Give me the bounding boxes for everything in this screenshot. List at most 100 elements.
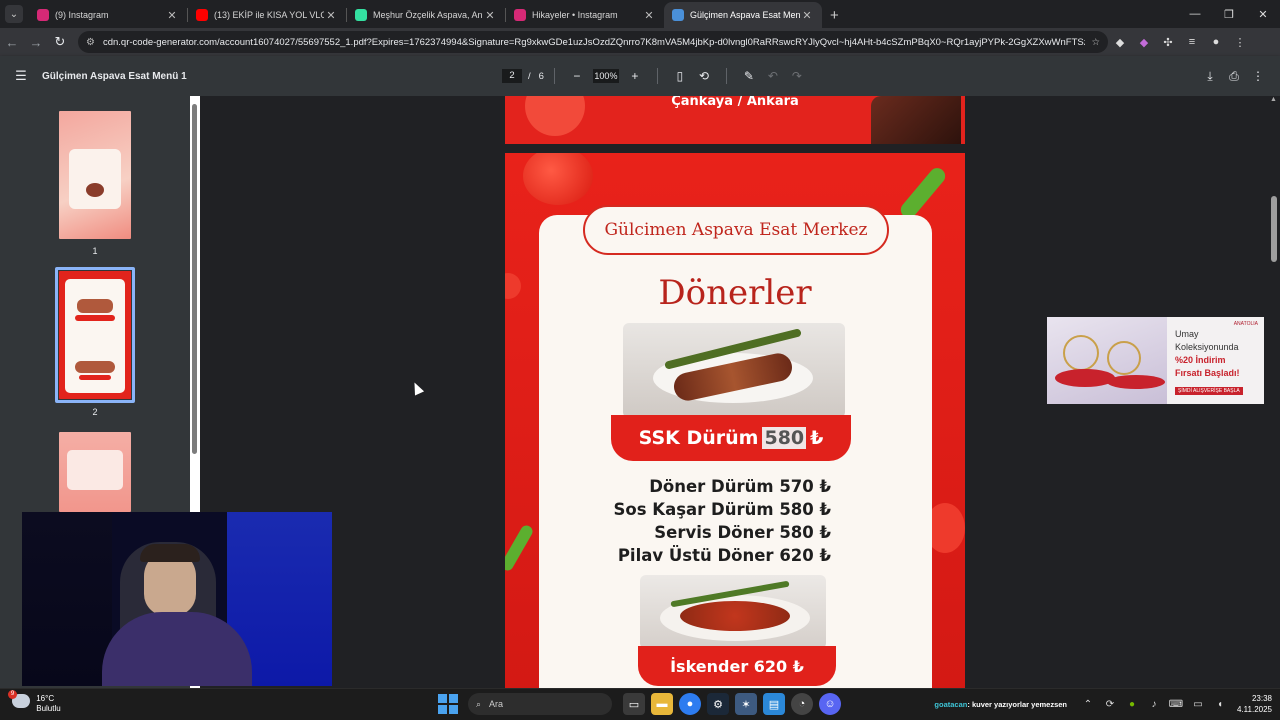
ad-cta-button[interactable]: ŞİMDİ ALIŞVERİŞE BAŞLA <box>1175 387 1243 395</box>
more-icon[interactable]: ⋮ <box>1228 36 1252 49</box>
app-icon[interactable]: ◔ <box>791 693 813 715</box>
app-icon[interactable]: ✶ <box>735 693 757 715</box>
scroll-thumb[interactable] <box>192 104 197 454</box>
file-explorer-icon[interactable]: ▬ <box>651 693 673 715</box>
weather-badge: 9 <box>8 690 17 699</box>
cloud-icon: 9 <box>8 690 30 708</box>
ad-line: Umay <box>1175 329 1199 339</box>
restaurant-name: Gülcimen Aspava Esat Merkez <box>583 205 889 255</box>
browser-toolbar: ← → ↻ ⚙ cdn.qr-code-generator.com/accoun… <box>0 28 1280 56</box>
page-number-input[interactable]: 2 <box>502 69 522 83</box>
ad-line: Fırsatı Başladı! <box>1175 368 1240 378</box>
chat-message: : kuver yazıyorlar yemezsen <box>967 699 1067 709</box>
task-view-icon[interactable]: ▭ <box>623 693 645 715</box>
featured-price: 580 <box>762 427 807 449</box>
chrome-icon[interactable]: ● <box>679 693 701 715</box>
tomato-image <box>525 96 585 136</box>
divider <box>725 68 727 84</box>
stand-image <box>1107 375 1165 389</box>
thumbnail-page-1[interactable] <box>59 111 131 239</box>
tab-title: Hikayeler • Instagram <box>532 10 618 20</box>
menu-item: Sos Kaşar Dürüm 580 ₺ <box>601 498 831 521</box>
tab-youtube[interactable]: (13) EKİP ile KISA YOL VLOG - T ✕ <box>188 2 346 28</box>
page-indicator: 2 / 6 <box>502 69 544 83</box>
media-icon[interactable]: ≡ <box>1180 36 1204 48</box>
rotate-icon[interactable]: ⟲ <box>692 69 716 83</box>
clock[interactable]: 23:38 4.11.2025 <box>1237 693 1272 715</box>
profile-avatar-icon[interactable]: ● <box>1204 36 1228 48</box>
chevron-up-icon[interactable]: ⌃ <box>1077 699 1099 710</box>
tab-stories[interactable]: Hikayeler • Instagram ✕ <box>506 2 664 28</box>
tab-instagram[interactable]: (9) Instagram ✕ <box>29 2 187 28</box>
redo-icon[interactable]: ↷ <box>785 69 809 83</box>
microphone-icon[interactable]: ♪ <box>1143 699 1165 710</box>
close-icon[interactable]: ✕ <box>642 9 656 22</box>
bookmark-star-icon[interactable]: ☆ <box>1091 37 1100 48</box>
stand-image <box>1055 369 1115 387</box>
close-icon[interactable]: ✕ <box>483 9 497 22</box>
iskender-dish-image <box>680 601 790 631</box>
speaker-icon[interactable]: ◖ <box>1209 699 1231 710</box>
menu-items: Döner Dürüm 570 ₺ Sos Kaşar Dürüm 580 ₺ … <box>601 475 831 567</box>
featured-price-pill: SSK Dürüm 580 ₺ <box>611 415 851 461</box>
back-icon[interactable]: ← <box>0 35 24 50</box>
zoom-out-icon[interactable]: − <box>565 69 589 83</box>
tab-title: Meşhur Özçelik Aspava, Ankara <box>373 10 483 20</box>
main-scrollbar[interactable]: ▲ <box>1268 96 1280 688</box>
jewelry-image <box>1047 317 1167 404</box>
zoom-in-icon[interactable]: + <box>623 69 647 83</box>
new-tab-button[interactable]: + <box>830 7 839 24</box>
taskbar-search[interactable]: ⌕ Ara <box>468 693 612 715</box>
minimize-icon[interactable]: — <box>1178 0 1212 28</box>
chat-user: goatacan <box>934 699 968 709</box>
address-bar[interactable]: ⚙ cdn.qr-code-generator.com/account16074… <box>78 31 1108 53</box>
download-icon[interactable]: ⤓ <box>1198 69 1222 84</box>
close-icon[interactable]: ✕ <box>800 9 814 22</box>
reload-icon[interactable]: ↻ <box>48 34 72 50</box>
background-image <box>22 512 112 686</box>
windows-start-icon[interactable] <box>438 694 458 714</box>
close-icon[interactable]: ✕ <box>165 9 179 22</box>
restore-icon[interactable]: ❐ <box>1212 0 1246 28</box>
scroll-thumb[interactable] <box>1271 196 1277 262</box>
tab-tripadvisor[interactable]: Meşhur Özçelik Aspava, Ankara ✕ <box>347 2 505 28</box>
undo-icon[interactable]: ↶ <box>761 69 785 83</box>
print-icon[interactable]: ⎙ <box>1222 69 1246 84</box>
annotate-icon[interactable]: ✎ <box>737 69 761 83</box>
thumbnail-page-3[interactable] <box>59 432 131 512</box>
discord-icon[interactable]: ☺ <box>819 693 841 715</box>
zoom-level-input[interactable]: 100% <box>592 69 619 83</box>
scroll-up-icon[interactable]: ▲ <box>1270 96 1277 103</box>
item-name: Döner Dürüm <box>649 477 774 496</box>
weather-widget[interactable]: 9 16°C Bulutlu <box>8 690 61 714</box>
page-separator: / <box>528 70 531 82</box>
keyboard-icon[interactable]: ⌨ <box>1165 699 1187 710</box>
window-controls: — ❐ ✕ <box>1178 0 1280 28</box>
tab-search-button[interactable]: ⌄ <box>5 5 23 23</box>
thumbnail-label: 2 <box>92 407 98 417</box>
steam-icon[interactable]: ⚙ <box>707 693 729 715</box>
nvidia-icon[interactable]: ● <box>1121 699 1143 710</box>
sync-icon[interactable]: ⟳ <box>1099 699 1121 710</box>
forward-icon[interactable]: → <box>24 35 48 50</box>
sidebar-menu-icon[interactable]: ☰ <box>0 68 42 84</box>
extensions-puzzle-icon[interactable]: ✣ <box>1156 36 1180 49</box>
pdf-page-2: Gülcimen Aspava Esat Merkez Dönerler SSK… <box>505 153 965 688</box>
section-title: Dönerler <box>658 273 812 313</box>
item-price: 580 ₺ <box>779 523 831 542</box>
site-info-icon[interactable]: ⚙ <box>86 37 95 48</box>
tab-pdf-menu[interactable]: Gülçimen Aspava Esat Menü 1 ✕ <box>664 2 822 28</box>
close-window-icon[interactable]: ✕ <box>1246 0 1280 28</box>
pepper-image <box>897 164 949 222</box>
fit-page-icon[interactable]: ▯ <box>668 69 692 83</box>
notepad-icon[interactable]: ▤ <box>763 693 785 715</box>
extension-icon[interactable]: ◆ <box>1108 36 1132 49</box>
monitor-icon[interactable]: ▭ <box>1187 699 1209 710</box>
close-icon[interactable]: ✕ <box>324 9 338 22</box>
date: 4.11.2025 <box>1237 705 1272 714</box>
more-options-icon[interactable]: ⋮ <box>1246 69 1270 84</box>
thumbnail-page-2[interactable] <box>59 271 131 399</box>
instagram-icon <box>37 9 49 21</box>
extension-icon[interactable]: ◆ <box>1132 36 1156 49</box>
advertisement[interactable]: ANATOLIA Umay Koleksiyonunda %20 İndirim… <box>1047 317 1264 404</box>
